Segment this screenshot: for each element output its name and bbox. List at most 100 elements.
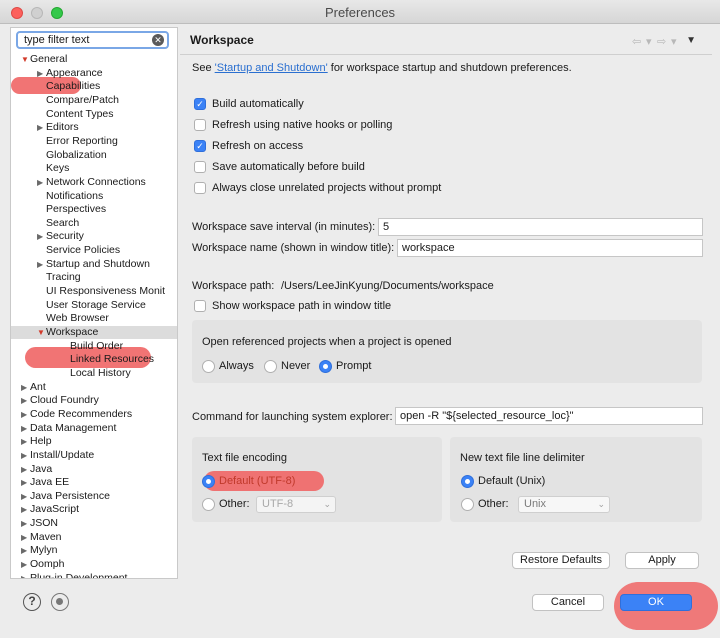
triangle-right-icon[interactable]: ▶ [37, 230, 46, 243]
encoding-other-select[interactable]: UTF-8 ⌄ [256, 496, 336, 513]
encoding-other-radio[interactable] [202, 498, 215, 511]
tree-item-appearance[interactable]: ▶ Appearance [11, 67, 177, 80]
tree-item-json[interactable]: ▶ JSON [11, 517, 177, 530]
back-dropdown-icon[interactable]: ▾ [646, 35, 652, 48]
delimiter-default-radio[interactable] [461, 475, 474, 488]
tree-item-keys[interactable]: Keys [11, 162, 177, 175]
show-path-checkbox[interactable] [194, 300, 206, 312]
checked-checkbox[interactable]: ✓ [194, 140, 206, 152]
triangle-right-icon[interactable]: ▶ [21, 435, 30, 448]
restore-defaults-button[interactable]: Restore Defaults [512, 552, 610, 569]
tree-item-plug-in-development[interactable]: ▶ Plug-in Development [11, 572, 177, 578]
tree-item-general[interactable]: ▼General [11, 53, 177, 66]
tree-item-editors[interactable]: ▶ Editors [11, 121, 177, 134]
tree-item-code-recommenders[interactable]: ▶ Code Recommenders [11, 408, 177, 421]
tree-item-capabilities[interactable]: Capabilities [11, 80, 177, 93]
encoding-default-radio[interactable] [202, 475, 215, 488]
back-arrow-icon[interactable]: ⇦ [632, 35, 641, 48]
triangle-right-icon[interactable]: ▶ [21, 476, 30, 489]
checked-checkbox[interactable]: ✓ [194, 98, 206, 110]
tree-item-install-update[interactable]: ▶ Install/Update [11, 449, 177, 462]
save-interval-input[interactable]: 5 [378, 218, 703, 236]
tree-item-java-ee[interactable]: ▶ Java EE [11, 476, 177, 489]
triangle-down-icon[interactable]: ▼ [37, 326, 46, 339]
tree-item-label: Workspace [46, 326, 99, 338]
tree-item-globalization[interactable]: Globalization [11, 149, 177, 162]
tree-item-mylyn[interactable]: ▶ Mylyn [11, 544, 177, 557]
tree-item-perspectives[interactable]: Perspectives [11, 203, 177, 216]
tree-item-ant[interactable]: ▶ Ant [11, 380, 177, 394]
triangle-right-icon[interactable]: ▶ [21, 490, 30, 503]
triangle-right-icon[interactable]: ▶ [37, 67, 46, 80]
tree-item-help[interactable]: ▶ Help [11, 435, 177, 448]
tree-item-tracing[interactable]: Tracing [11, 271, 177, 284]
tree-item-search[interactable]: Search [11, 217, 177, 230]
triangle-right-icon[interactable]: ▶ [37, 258, 46, 271]
apply-button[interactable]: Apply [625, 552, 699, 569]
tree-item-linked-resources[interactable]: Linked Resources [11, 353, 177, 366]
record-icon[interactable] [51, 593, 69, 611]
triangle-right-icon[interactable]: ▶ [21, 503, 30, 516]
tree-item-data-management[interactable]: ▶ Data Management [11, 422, 177, 435]
checkbox[interactable] [194, 182, 206, 194]
delimiter-other-label: Other: [478, 498, 509, 510]
tree-item-service-policies[interactable]: Service Policies [11, 244, 177, 257]
tree-item-startup-and-shutdown[interactable]: ▶ Startup and Shutdown [11, 258, 177, 271]
tree-item-javascript[interactable]: ▶ JavaScript [11, 503, 177, 516]
filter-input-text: type filter text [24, 34, 90, 46]
workspace-name-input[interactable]: workspace [397, 239, 703, 257]
triangle-right-icon[interactable]: ▶ [21, 463, 30, 476]
triangle-right-icon[interactable]: ▶ [21, 517, 30, 530]
triangle-right-icon[interactable]: ▶ [21, 394, 30, 407]
radio-button[interactable] [319, 360, 332, 373]
clear-icon[interactable]: ✕ [152, 34, 164, 46]
triangle-right-icon[interactable]: ▶ [21, 449, 30, 462]
delimiter-default-label: Default (Unix) [478, 475, 546, 487]
tree-item-cloud-foundry[interactable]: ▶ Cloud Foundry [11, 394, 177, 407]
help-icon[interactable]: ? [23, 593, 41, 611]
triangle-right-icon[interactable]: ▶ [21, 381, 30, 394]
triangle-right-icon[interactable]: ▶ [37, 121, 46, 134]
tree-item-java-persistence[interactable]: ▶ Java Persistence [11, 490, 177, 503]
radio-button[interactable] [202, 360, 215, 373]
tree-item-maven[interactable]: ▶ Maven [11, 531, 177, 544]
triangle-down-icon[interactable]: ▼ [21, 53, 30, 66]
tree-item-ui-responsiveness-monit[interactable]: UI Responsiveness Monit [11, 285, 177, 298]
tree-item-content-types[interactable]: Content Types [11, 108, 177, 121]
ok-button[interactable]: OK [620, 594, 692, 611]
triangle-right-icon[interactable]: ▶ [21, 422, 30, 435]
forward-arrow-icon[interactable]: ⇨ [657, 35, 666, 48]
startup-shutdown-link[interactable]: 'Startup and Shutdown' [215, 62, 328, 74]
cancel-button[interactable]: Cancel [532, 594, 604, 611]
forward-dropdown-icon[interactable]: ▾ [671, 35, 677, 48]
triangle-right-icon[interactable]: ▶ [21, 558, 30, 571]
filter-input[interactable]: type filter text ✕ [16, 31, 169, 49]
tree-item-user-storage-service[interactable]: User Storage Service [11, 299, 177, 312]
tree-item-notifications[interactable]: Notifications [11, 190, 177, 203]
checkbox[interactable] [194, 119, 206, 131]
tree-item-compare-patch[interactable]: Compare/Patch [11, 94, 177, 107]
checkbox[interactable] [194, 161, 206, 173]
triangle-right-icon[interactable]: ▶ [37, 176, 46, 189]
triangle-right-icon[interactable]: ▶ [21, 531, 30, 544]
tree-item-web-browser[interactable]: Web Browser [11, 312, 177, 325]
radio-label: Never [281, 360, 311, 372]
tree-item-security[interactable]: ▶ Security [11, 230, 177, 243]
delimiter-other-select[interactable]: Unix ⌄ [518, 496, 610, 513]
tree-item-error-reporting[interactable]: Error Reporting [11, 135, 177, 148]
tree-item-workspace[interactable]: ▼Workspace [11, 326, 177, 339]
triangle-right-icon[interactable]: ▶ [21, 544, 30, 557]
delimiter-other-radio[interactable] [461, 498, 474, 511]
explorer-command-input[interactable]: open -R "${selected_resource_loc}" [395, 407, 703, 425]
triangle-right-icon[interactable]: ▶ [21, 408, 30, 421]
tree-item-build-order[interactable]: Build Order [11, 340, 177, 353]
tree-item-java[interactable]: ▶ Java [11, 463, 177, 476]
radio-button[interactable] [264, 360, 277, 373]
tree-item-network-connections[interactable]: ▶ Network Connections [11, 176, 177, 189]
triangle-right-icon[interactable]: ▶ [21, 572, 30, 578]
view-menu-icon[interactable]: ▼ [686, 35, 696, 46]
tree-item-local-history[interactable]: Local History [11, 367, 177, 380]
tree-item-oomph[interactable]: ▶ Oomph [11, 558, 177, 571]
tree-item-label: Ant [30, 380, 46, 393]
save-interval-label: Workspace save interval (in minutes): [192, 221, 376, 233]
